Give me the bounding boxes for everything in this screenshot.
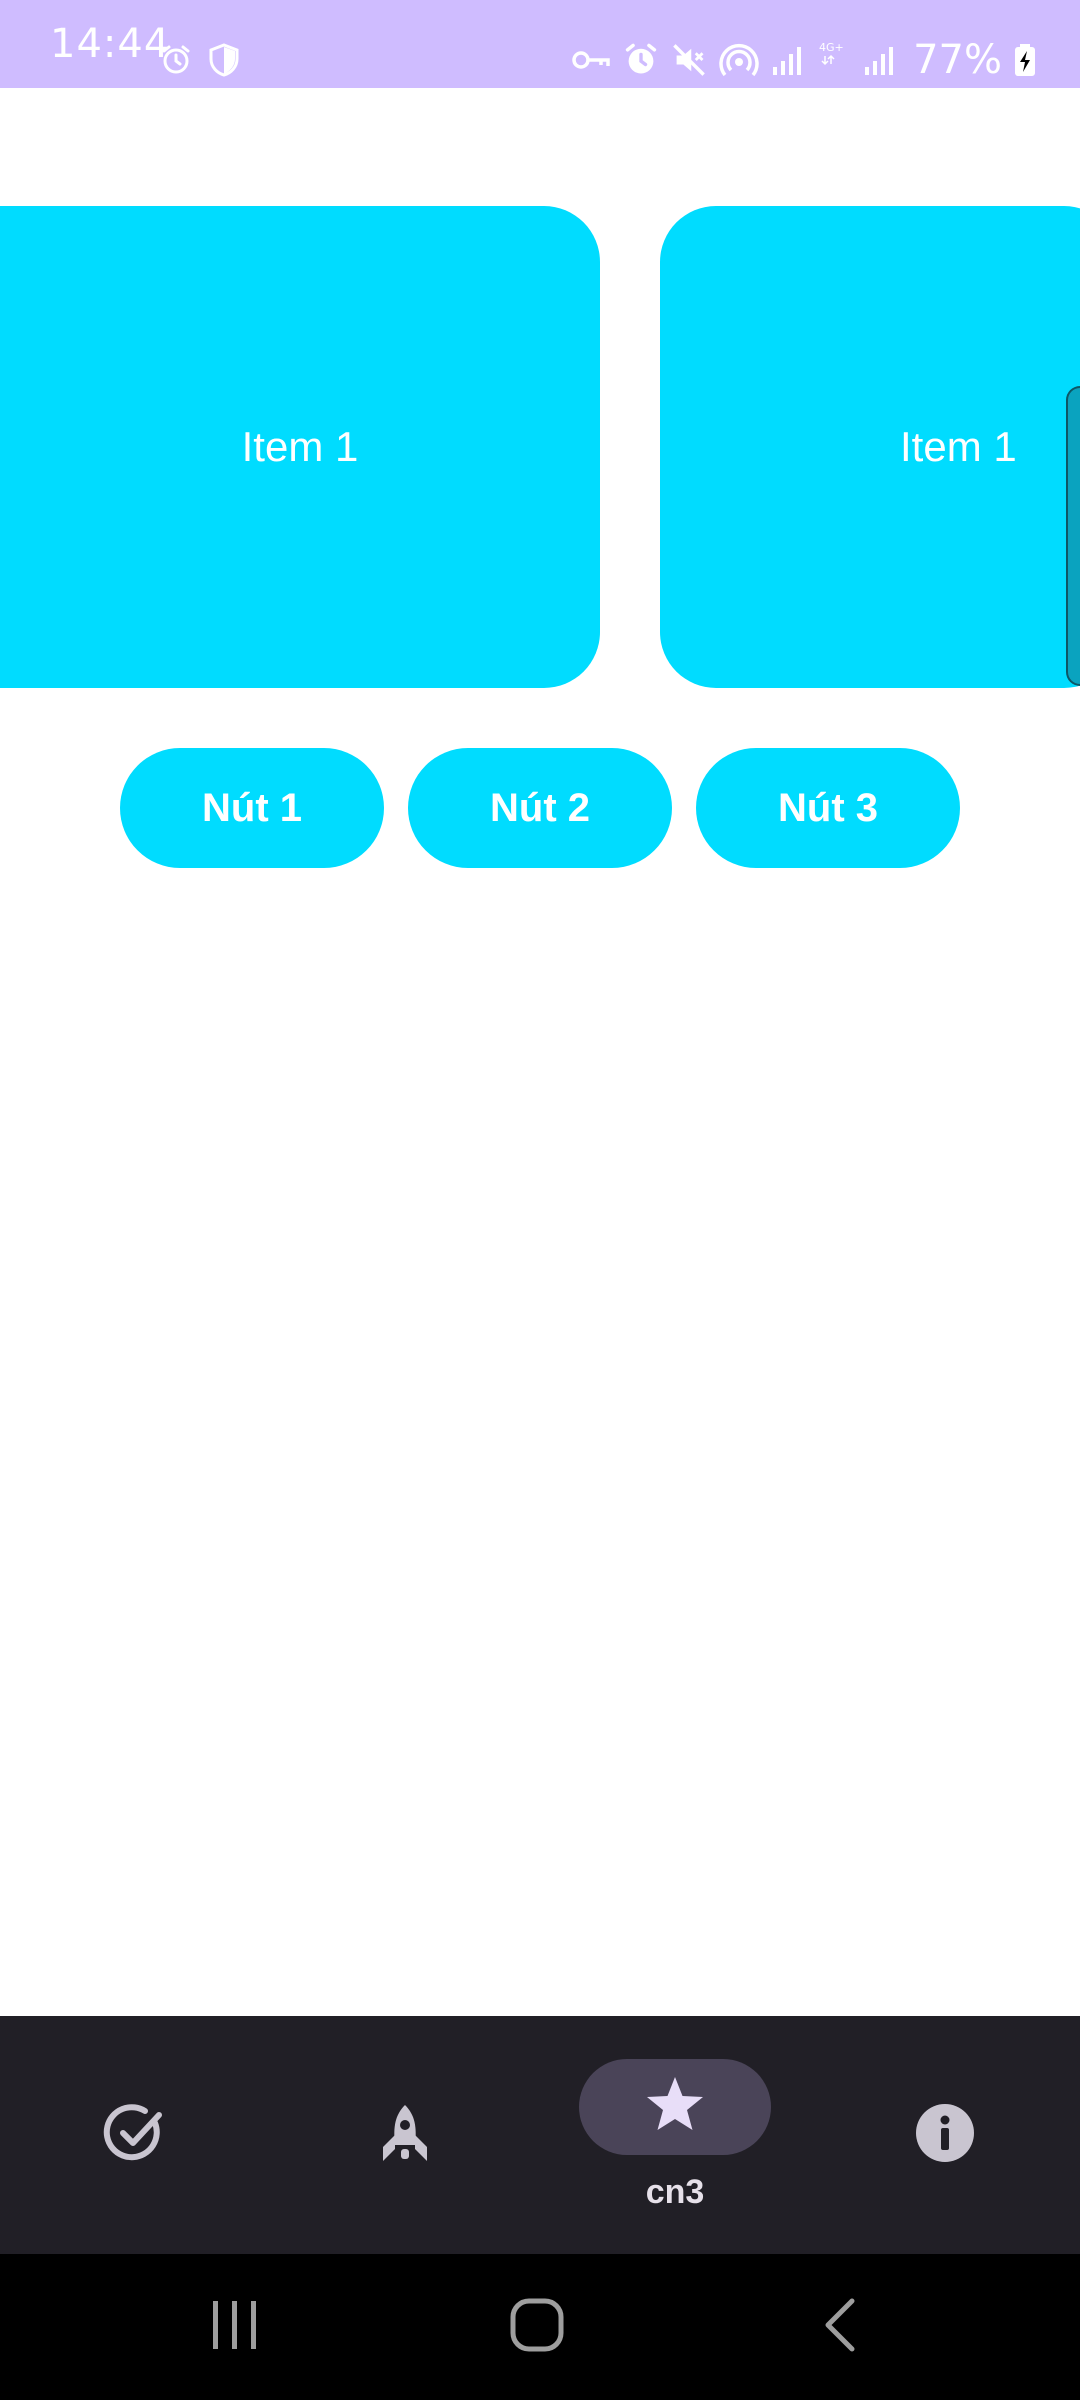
system-navigation-bar [0,2254,1080,2400]
carousel-card[interactable]: Item 1 [0,206,600,688]
carousel-card-label: Item 1 [900,423,1017,470]
status-left-icons [160,43,240,77]
battery-percentage: 77% [913,37,1002,83]
nav-item-rocket[interactable] [305,2016,505,2254]
signal-icon [771,43,805,77]
nav-item-check[interactable] [35,2016,235,2254]
status-bar: 14:44 4G+ 77% [0,0,1080,88]
button-1[interactable]: Nút 1 [120,748,384,868]
mute-icon [671,42,707,78]
hotspot-icon [719,42,759,78]
carousel-card-label: Item 1 [241,423,359,470]
alarm-icon [623,42,659,78]
button-2[interactable]: Nút 2 [408,748,672,868]
rocket-icon [377,2101,433,2170]
home-button[interactable] [457,2254,617,2400]
status-right-icons: 4G+ 77% [571,36,1036,84]
button-3[interactable]: Nút 3 [696,748,960,868]
info-icon [914,2102,976,2169]
signal-icon [863,43,897,77]
nav-item-label: cn3 [645,2172,705,2211]
status-time: 14:44 [50,21,171,67]
nav-active-indicator [579,2058,771,2155]
check-circle-icon [103,2101,167,2170]
alarm-icon [160,44,192,76]
buttons-row: Nút 1 Nút 2 Nút 3 [120,748,960,868]
nav-item-cn3[interactable]: cn3 [575,2016,775,2254]
4g-signal-icon: 4G+ [817,40,851,80]
recents-button[interactable] [155,2254,315,2400]
carousel-card[interactable]: Item 1 [660,206,1080,688]
nav-item-info[interactable] [845,2016,1045,2254]
shield-icon [208,43,240,77]
network-type-label: 4G+ [819,41,844,54]
back-icon [820,2297,860,2358]
star-icon [645,2075,705,2138]
back-button[interactable] [760,2254,920,2400]
bottom-navigation: cn3 [0,2016,1080,2254]
vpn-key-icon [571,48,611,72]
battery-charging-icon [1014,43,1036,77]
home-icon [509,2297,565,2358]
recents-icon [209,2299,261,2356]
carousel[interactable]: Item 1 Item 1 [0,206,1080,688]
side-edge-handle[interactable] [1066,386,1080,686]
